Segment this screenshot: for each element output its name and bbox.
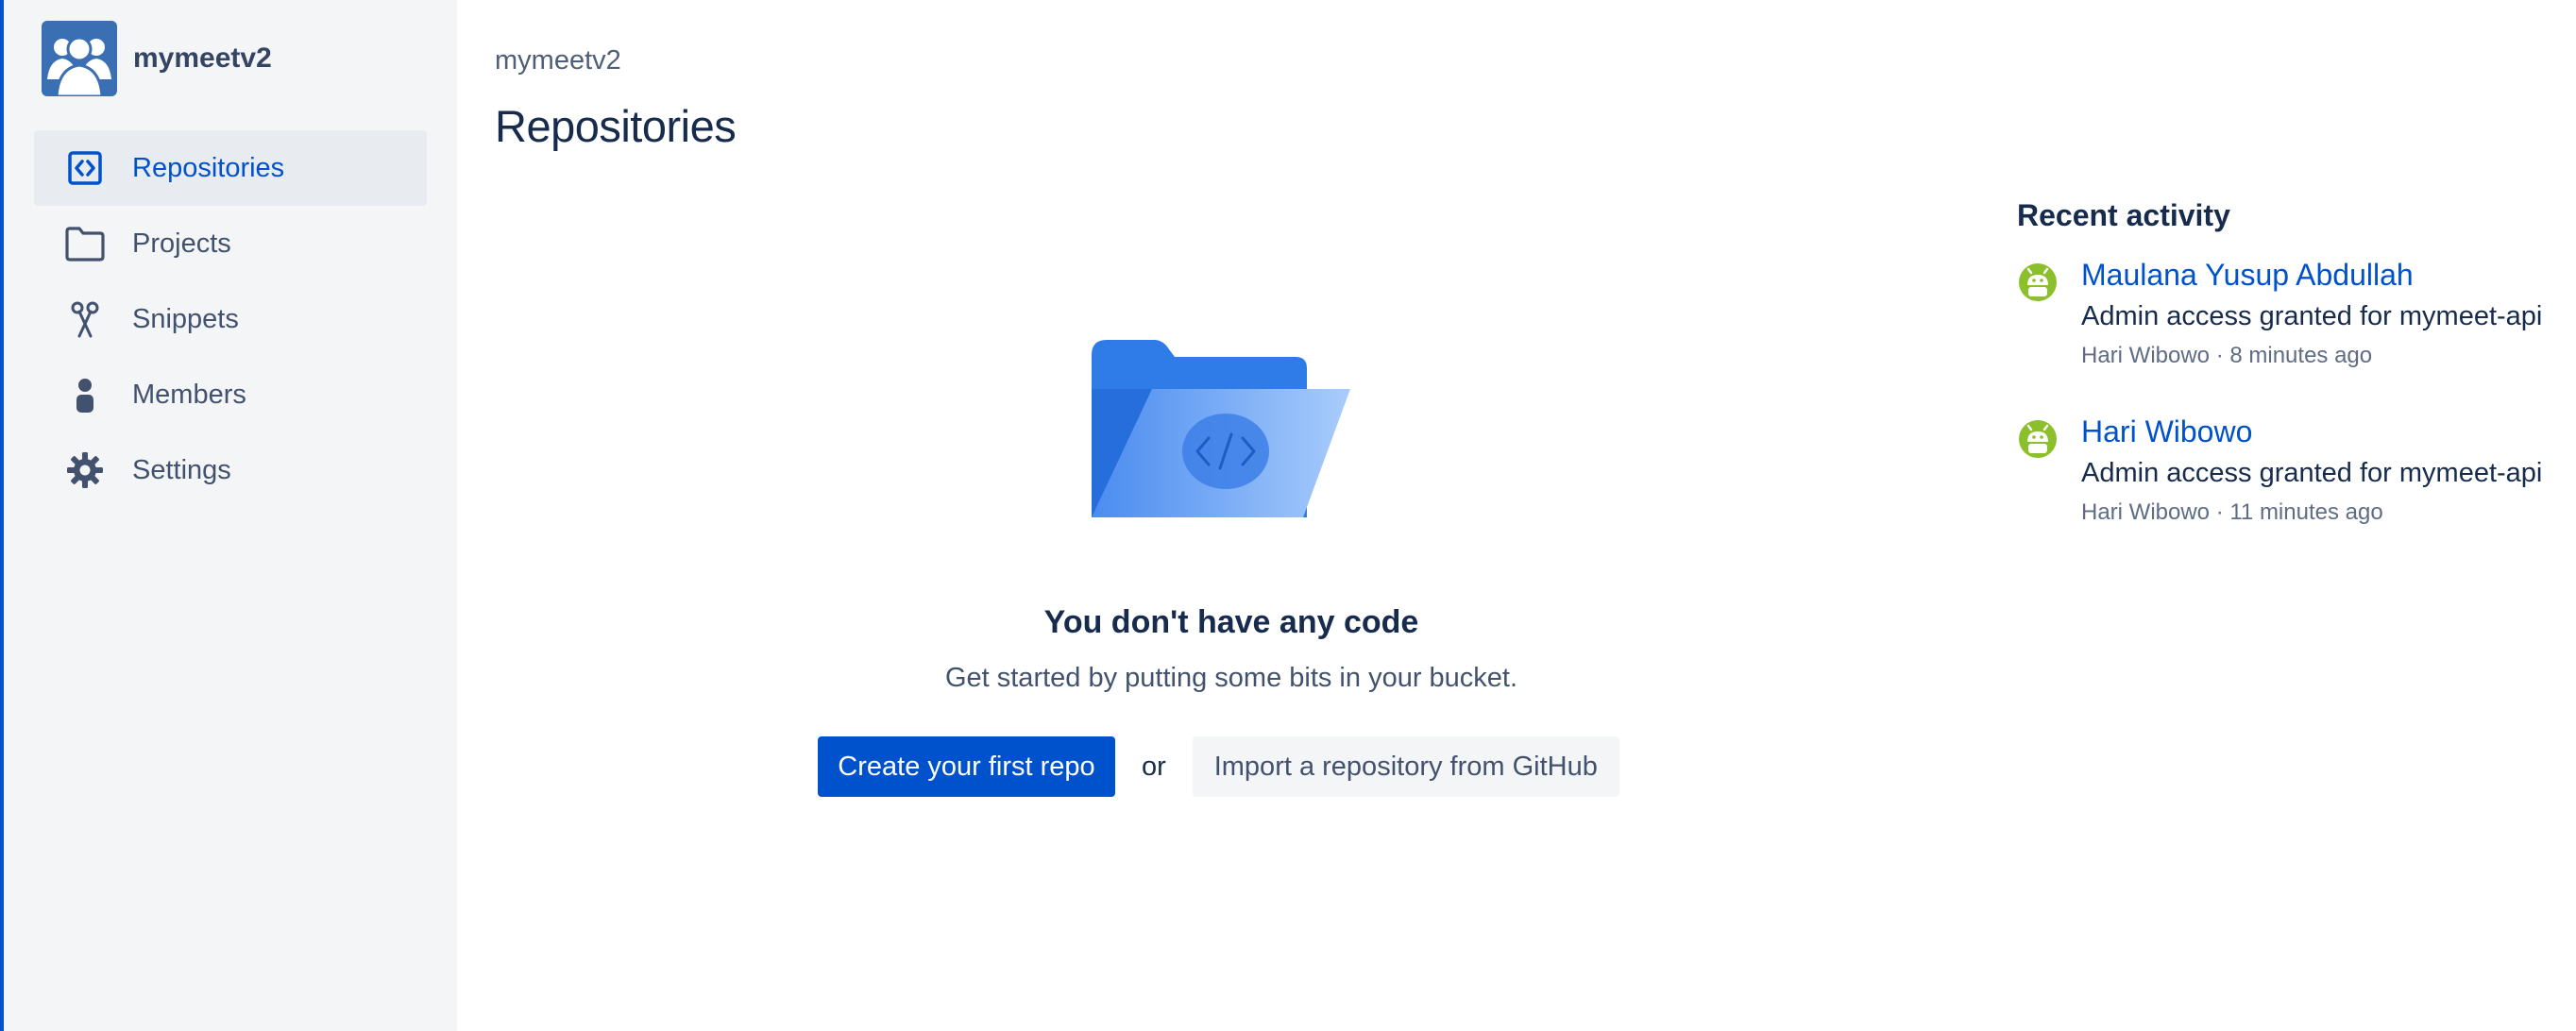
sidebar-item-label: Snippets — [132, 303, 239, 334]
empty-state-subtitle: Get started by putting some bits in your… — [944, 663, 1518, 693]
activity-description: Admin access granted for mymeet-api — [2081, 458, 2543, 488]
sidebar-item-label: Settings — [132, 454, 231, 485]
activity-description: Admin access granted for mymeet-api — [2081, 301, 2543, 331]
activity-meta: Hari Wibowo · 11 minutes ago — [2081, 499, 2383, 525]
team-icon — [47, 36, 111, 96]
activity-user-link[interactable]: Hari Wibowo — [2081, 411, 2542, 452]
sidebar: mymeetv2 Repositories Projects Snippets … — [0, 0, 457, 1031]
activity-user-link[interactable]: Maulana Yusup Abdullah — [2081, 254, 2542, 296]
sidebar-item-label: Members — [132, 379, 246, 410]
or-separator: or — [1142, 751, 1166, 782]
empty-state: You don't have any code Get started by p… — [457, 0, 2006, 1031]
sidebar-nav: Repositories Projects Snippets Members S… — [34, 130, 427, 508]
activity-list: Maulana Yusup Abdullah Admin access gran… — [2017, 254, 2576, 532]
activity-meta: Hari Wibowo · 8 minutes ago — [2081, 343, 2373, 368]
workspace-header[interactable]: mymeetv2 — [42, 21, 272, 96]
recent-activity: Recent activity Maulana Yusup Abdullah A… — [2017, 198, 2576, 567]
sidebar-edge-bar — [0, 0, 4, 1031]
sidebar-item-settings[interactable]: Settings — [34, 432, 427, 508]
sidebar-item-repositories[interactable]: Repositories — [34, 130, 427, 206]
repository-icon — [34, 130, 125, 206]
user-avatar-icon — [2019, 263, 2057, 301]
sidebar-item-label: Projects — [132, 228, 231, 259]
person-icon — [34, 357, 125, 432]
sidebar-item-members[interactable]: Members — [34, 357, 427, 432]
activity-item: Hari Wibowo Admin access granted for mym… — [2017, 411, 2576, 532]
scissors-icon — [34, 281, 125, 357]
activity-body: Hari Wibowo Admin access granted for mym… — [2081, 411, 2542, 532]
activity-item: Maulana Yusup Abdullah Admin access gran… — [2017, 254, 2576, 375]
sidebar-item-label: Repositories — [132, 152, 285, 183]
workspace-avatar — [42, 21, 117, 96]
app-root: mymeetv2 Repositories Projects Snippets … — [0, 0, 2576, 1031]
sidebar-item-snippets[interactable]: Snippets — [34, 281, 427, 357]
sidebar-item-projects[interactable]: Projects — [34, 206, 427, 281]
folder-icon — [34, 206, 125, 281]
folder-code-illustration — [1092, 340, 1350, 517]
recent-activity-title: Recent activity — [2017, 198, 2230, 232]
main-content: mymeetv2 Repositories You don't have any — [457, 0, 2576, 1031]
user-avatar-icon — [2019, 420, 2057, 458]
activity-body: Maulana Yusup Abdullah Admin access gran… — [2081, 254, 2542, 375]
import-from-github-button[interactable]: Import a repository from GitHub — [1192, 736, 1619, 797]
gear-icon — [34, 432, 125, 508]
empty-state-title: You don't have any code — [1043, 604, 1419, 640]
workspace-name: mymeetv2 — [133, 42, 272, 74]
empty-state-actions: Create your first repo or Import a repos… — [818, 736, 1619, 797]
create-repo-button[interactable]: Create your first repo — [818, 736, 1115, 797]
